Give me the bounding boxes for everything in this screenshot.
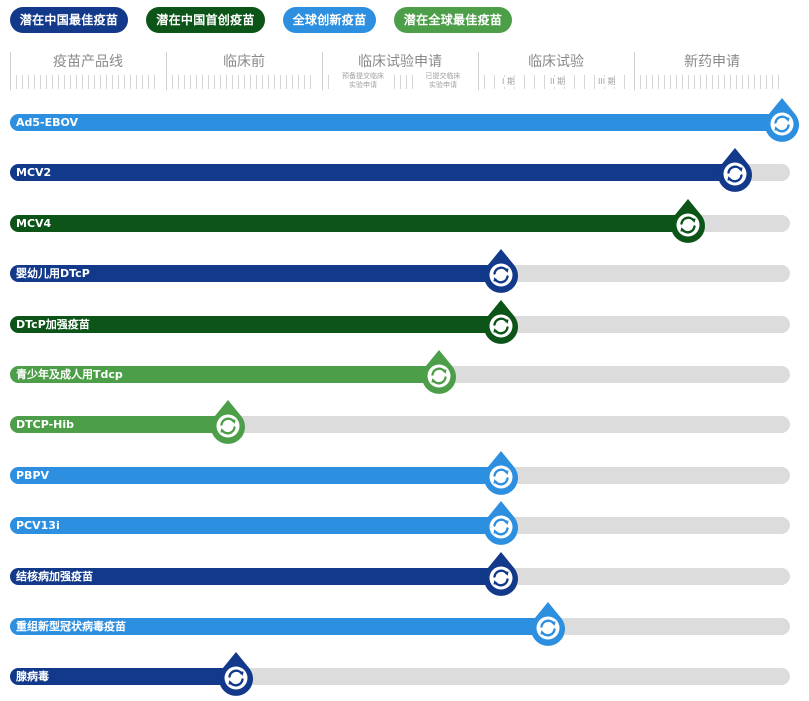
progress-marker-icon xyxy=(671,198,706,243)
progress-marker-icon xyxy=(219,651,253,696)
bar-label: PBPV xyxy=(16,469,50,482)
bar-fill[interactable] xyxy=(10,215,697,232)
progress-marker-icon xyxy=(211,399,246,444)
progress-marker-icon xyxy=(484,500,519,545)
bar-label: MCV2 xyxy=(16,166,52,179)
bar-fill[interactable] xyxy=(10,467,510,484)
bar-label: Ad5-EBOV xyxy=(16,116,79,129)
progress-marker-icon xyxy=(718,147,753,192)
bar-label: 腺病毒 xyxy=(16,670,49,683)
bar-label: DTCP-Hib xyxy=(16,418,74,431)
progress-marker-icon xyxy=(765,97,799,142)
bar-label: PCV13i xyxy=(16,519,60,532)
bar-label: 青少年及成人用Tdcp xyxy=(16,368,123,381)
progress-marker-icon xyxy=(531,601,565,646)
bar-label: DTcP加强疫苗 xyxy=(16,318,90,331)
progress-marker-icon xyxy=(484,551,519,596)
bar-label: 结核病加强疫苗 xyxy=(16,570,93,583)
progress-marker-icon xyxy=(484,299,519,344)
progress-marker-icon xyxy=(484,248,519,293)
bar-fill[interactable] xyxy=(10,517,510,534)
progress-marker-icon xyxy=(484,450,519,495)
bar-fill[interactable] xyxy=(10,114,790,131)
bar-fill[interactable] xyxy=(10,164,744,181)
bar-label: MCV4 xyxy=(16,217,52,230)
progress-marker-icon xyxy=(421,349,456,394)
bar-label: 婴幼儿用DTcP xyxy=(16,267,90,280)
pipeline-chart: Ad5-EBOV MCV2 MCV4 婴幼儿用DTcP DTcP加强疫苗青少年及成人用T… xyxy=(0,0,809,701)
bar-label: 重组新型冠状病毒疫苗 xyxy=(16,620,126,633)
